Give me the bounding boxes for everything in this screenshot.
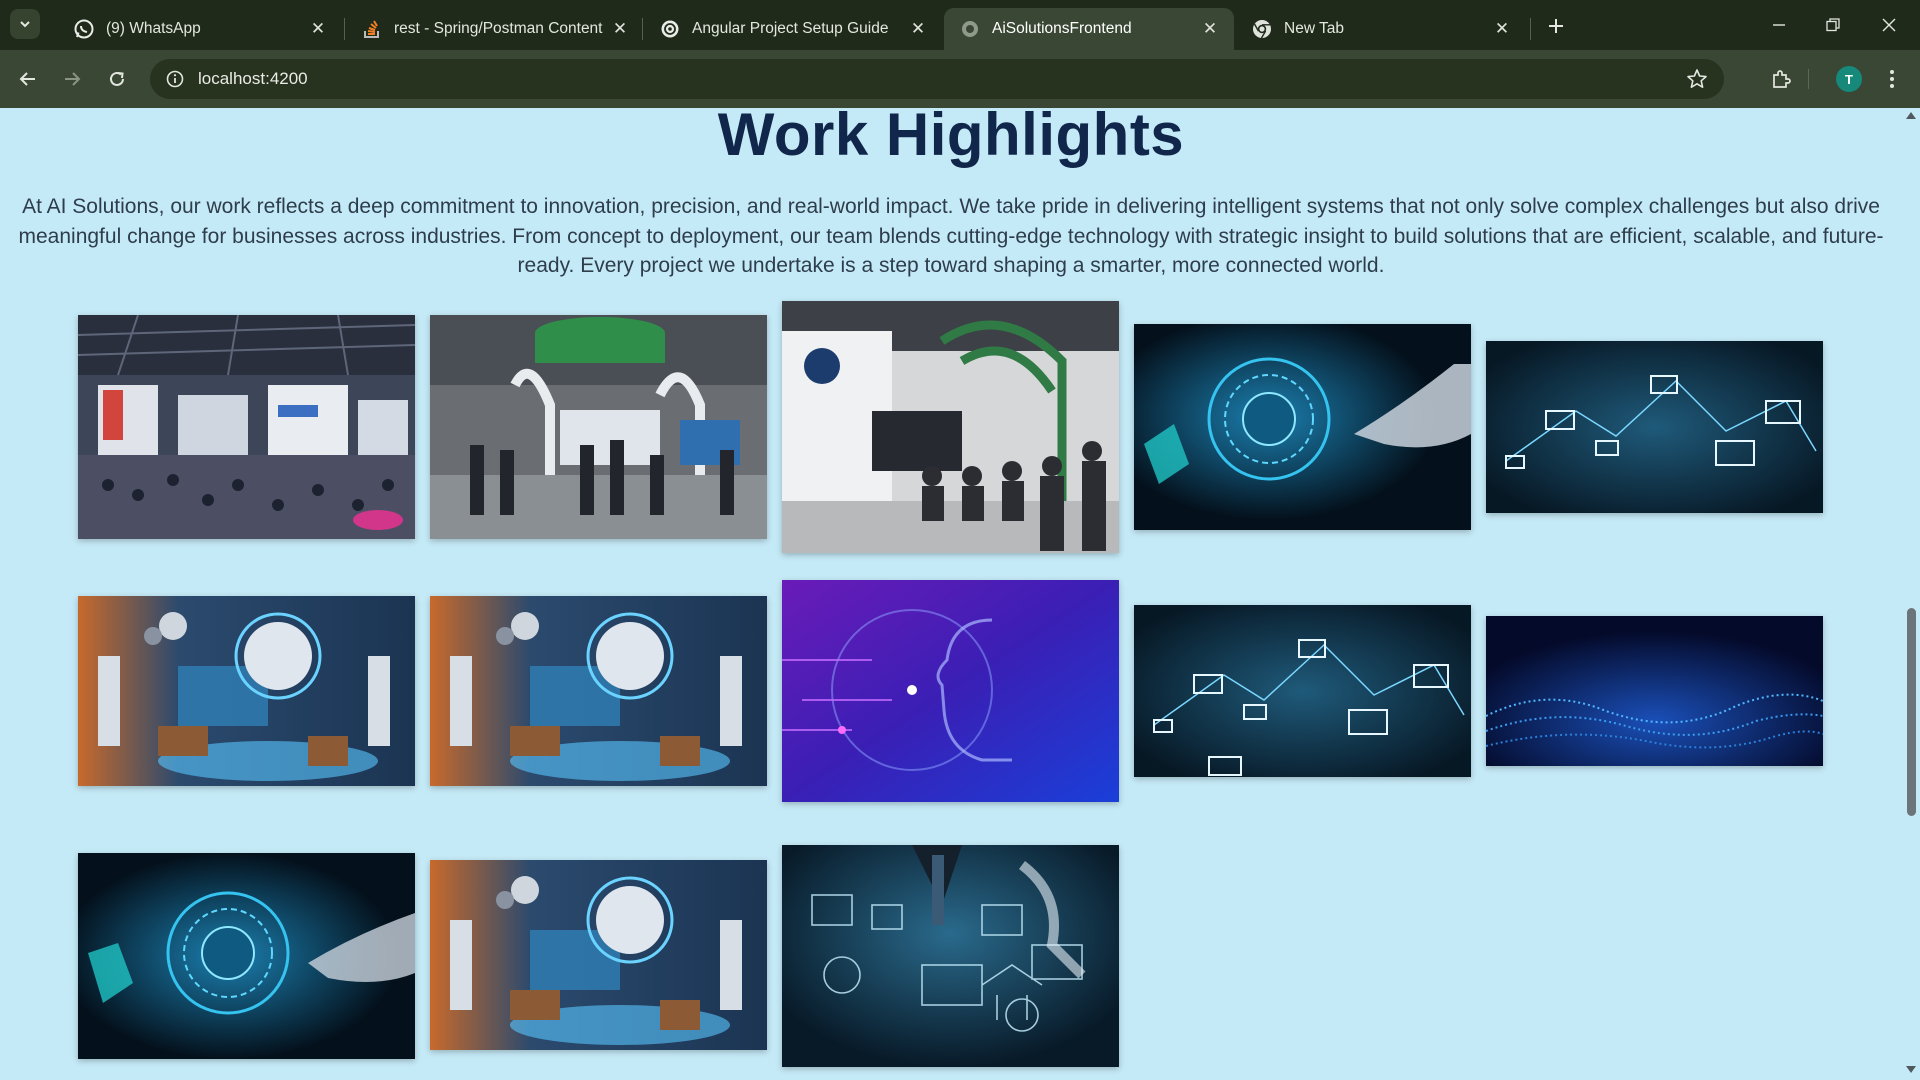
restore-icon bbox=[1826, 18, 1840, 32]
gallery-image-purple-digital-head[interactable] bbox=[782, 580, 1119, 802]
tab-chatgpt[interactable]: Angular Project Setup Guide ✕ bbox=[644, 8, 942, 50]
tab-search-button[interactable] bbox=[10, 9, 40, 39]
gallery-image-ai-robots-1[interactable] bbox=[78, 596, 415, 786]
page-viewport: Work Highlights At AI Solutions, our wor… bbox=[0, 108, 1902, 1080]
close-tab-icon[interactable]: ✕ bbox=[1200, 19, 1220, 39]
tab-title: AiSolutionsFrontend bbox=[992, 20, 1132, 37]
extensions-button[interactable] bbox=[1765, 63, 1797, 95]
gallery-image-expo-hall[interactable] bbox=[78, 315, 415, 539]
reload-icon bbox=[110, 71, 124, 86]
close-tab-icon[interactable]: ✕ bbox=[610, 19, 630, 39]
page-scrollbar[interactable] bbox=[1902, 108, 1920, 1080]
tab-title: Angular Project Setup Guide bbox=[692, 20, 889, 37]
chatgpt-icon bbox=[660, 19, 680, 39]
forward-button[interactable] bbox=[56, 63, 88, 95]
new-tab-button[interactable] bbox=[1542, 12, 1570, 40]
tab-title: (9) WhatsApp bbox=[106, 20, 201, 37]
tab-whatsapp[interactable]: (9) WhatsApp ✕ bbox=[58, 8, 342, 50]
close-tab-icon[interactable]: ✕ bbox=[908, 19, 928, 39]
close-tab-icon[interactable]: ✕ bbox=[1492, 19, 1512, 39]
profile-avatar[interactable]: T bbox=[1836, 66, 1862, 92]
more-vertical-icon bbox=[1890, 70, 1894, 88]
globe-icon bbox=[960, 19, 980, 39]
gallery-image-network-envelopes[interactable] bbox=[1486, 341, 1823, 513]
gallery-image-network-envelopes-2[interactable] bbox=[1134, 605, 1471, 777]
tab-aisolutions[interactable]: AiSolutionsFrontend ✕ bbox=[944, 8, 1234, 50]
site-info-icon[interactable] bbox=[166, 70, 184, 88]
minimize-icon bbox=[1773, 24, 1785, 26]
gallery-image-ai-brain-touch[interactable] bbox=[1134, 324, 1471, 530]
scroll-up-arrow-icon[interactable] bbox=[1906, 112, 1916, 119]
scrollbar-thumb[interactable] bbox=[1907, 608, 1916, 816]
chevron-down-icon bbox=[20, 21, 30, 28]
tab-title: rest - Spring/Postman Content bbox=[394, 20, 603, 37]
gallery-image-ai-brain-touch-2[interactable] bbox=[78, 853, 415, 1059]
reload-button[interactable] bbox=[101, 63, 133, 95]
browser-toolbar: localhost:4200 T bbox=[0, 50, 1920, 108]
gallery-image-energy-booth[interactable] bbox=[430, 315, 767, 539]
gallery-image-businessman-diagram[interactable] bbox=[782, 845, 1119, 1067]
puzzle-icon bbox=[1773, 70, 1791, 88]
address-bar[interactable]: localhost:4200 bbox=[150, 59, 1724, 99]
close-tab-icon[interactable]: ✕ bbox=[308, 19, 328, 39]
tab-stackoverflow[interactable]: rest - Spring/Postman Content ✕ bbox=[346, 8, 644, 50]
gallery-image-ai-robots-2[interactable] bbox=[430, 596, 767, 786]
arrow-right-icon bbox=[65, 72, 81, 86]
browser-menu-button[interactable] bbox=[1876, 63, 1908, 95]
gallery-image-ai-robots-3[interactable] bbox=[430, 860, 767, 1050]
arrow-left-icon bbox=[19, 72, 35, 86]
stackoverflow-icon bbox=[362, 19, 382, 39]
tab-title: New Tab bbox=[1284, 20, 1345, 37]
chrome-icon bbox=[1252, 19, 1272, 39]
minimize-button[interactable] bbox=[1752, 8, 1806, 42]
plus-icon bbox=[1549, 19, 1563, 33]
page-title: Work Highlights bbox=[717, 108, 1185, 168]
back-button[interactable] bbox=[12, 63, 44, 95]
bookmark-star-icon[interactable] bbox=[1686, 68, 1708, 90]
intro-paragraph: At AI Solutions, our work reflects a dee… bbox=[18, 195, 1884, 277]
whatsapp-icon bbox=[74, 19, 94, 39]
restore-button[interactable] bbox=[1806, 8, 1860, 42]
close-window-button[interactable] bbox=[1862, 8, 1916, 42]
scroll-down-arrow-icon[interactable] bbox=[1906, 1066, 1916, 1073]
close-icon bbox=[1882, 18, 1896, 32]
tab-new-tab[interactable]: New Tab ✕ bbox=[1236, 8, 1526, 50]
url-text[interactable]: localhost:4200 bbox=[198, 69, 308, 89]
gallery-image-energy-seated[interactable] bbox=[782, 301, 1119, 553]
gallery-image-particle-wave[interactable] bbox=[1486, 616, 1823, 766]
tab-strip: (9) WhatsApp ✕ rest - Spring/Postman Con… bbox=[0, 0, 1920, 50]
